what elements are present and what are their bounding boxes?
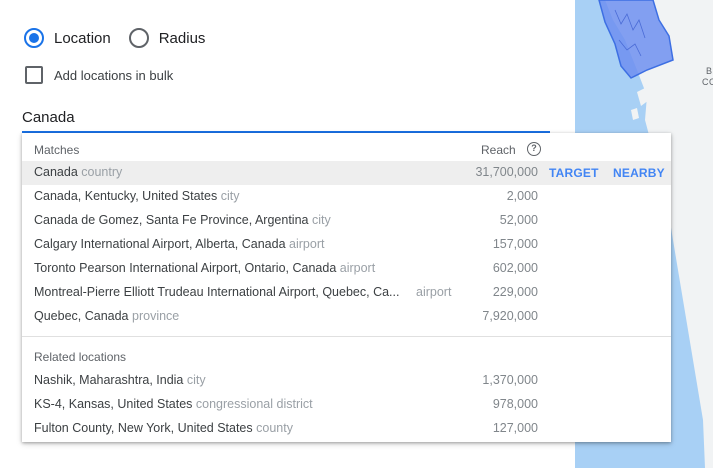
match-row[interactable]: Toronto Pearson International Airport, O… bbox=[22, 257, 671, 281]
match-row[interactable]: Canada country 31,700,000 TARGET NEARBY bbox=[22, 161, 671, 185]
reach-value: 52,000 bbox=[499, 213, 538, 227]
location-name: Canada, Kentucky, United States bbox=[34, 189, 218, 203]
location-type: country bbox=[81, 165, 123, 179]
reach-value: 602,000 bbox=[492, 261, 538, 275]
radius-radio-label[interactable]: Radius bbox=[159, 30, 206, 47]
related-heading: Related locations bbox=[34, 350, 127, 364]
location-type: province bbox=[132, 309, 180, 323]
location-name: Montreal-Pierre Elliott Trudeau Internat… bbox=[34, 285, 400, 299]
location-name: Toronto Pearson International Airport, O… bbox=[34, 261, 337, 275]
location-type: airport bbox=[339, 261, 376, 275]
match-row[interactable]: Canada de Gomez, Santa Fe Province, Arge… bbox=[22, 209, 671, 233]
targeting-mode-group: Location Radius bbox=[24, 28, 223, 48]
location-type: city bbox=[311, 213, 331, 227]
related-row[interactable]: Fulton County, New York, United States c… bbox=[22, 417, 671, 441]
match-row[interactable]: Canada, Kentucky, United States city 2,0… bbox=[22, 185, 671, 209]
match-row[interactable]: Montreal-Pierre Elliott Trudeau Internat… bbox=[22, 281, 671, 305]
reach-value: 229,000 bbox=[492, 285, 538, 299]
location-name: Quebec, Canada bbox=[34, 309, 129, 323]
nearby-button[interactable]: NEARBY bbox=[613, 166, 665, 180]
location-name: Canada de Gomez, Santa Fe Province, Arge… bbox=[34, 213, 309, 227]
radius-option[interactable]: Radius bbox=[128, 28, 206, 48]
location-type: county bbox=[256, 421, 293, 435]
location-option[interactable]: Location bbox=[24, 28, 111, 48]
related-header: Related locations bbox=[22, 337, 671, 365]
radius-radio[interactable] bbox=[128, 28, 149, 48]
bulk-checkbox[interactable] bbox=[25, 66, 43, 84]
reach-value: 157,000 bbox=[492, 237, 538, 251]
location-search-field bbox=[22, 104, 550, 133]
reach-heading: Reach bbox=[481, 143, 516, 157]
reach-value: 31,700,000 bbox=[475, 165, 538, 179]
bulk-checkbox-label[interactable]: Add locations in bulk bbox=[54, 68, 173, 83]
location-type: city bbox=[186, 373, 206, 387]
related-row[interactable]: Nashik, Maharashtra, India city 1,370,00… bbox=[22, 369, 671, 393]
map-label: CO bbox=[702, 77, 713, 87]
location-name: Fulton County, New York, United States bbox=[34, 421, 253, 435]
location-type: airport bbox=[289, 237, 325, 251]
matches-heading: Matches bbox=[34, 143, 80, 157]
match-row[interactable]: Quebec, Canada province 7,920,000 bbox=[22, 305, 671, 329]
reach-value: 978,000 bbox=[492, 397, 538, 411]
related-row[interactable]: KS-4, Kansas, United States congressiona… bbox=[22, 393, 671, 417]
location-radio-label[interactable]: Location bbox=[54, 30, 111, 47]
location-type: airport bbox=[416, 285, 452, 299]
location-name: Calgary International Airport, Alberta, … bbox=[34, 237, 286, 251]
help-icon[interactable]: ? bbox=[527, 142, 541, 156]
location-type: city bbox=[220, 189, 240, 203]
bulk-option[interactable]: Add locations in bulk bbox=[25, 66, 173, 84]
location-name: Canada bbox=[34, 165, 78, 179]
reach-value: 2,000 bbox=[506, 189, 538, 203]
map-label: B bbox=[706, 66, 713, 76]
location-name: Nashik, Maharashtra, India bbox=[34, 373, 184, 387]
location-search-input[interactable] bbox=[22, 104, 550, 130]
reach-value: 127,000 bbox=[492, 421, 538, 435]
match-row[interactable]: Calgary International Airport, Alberta, … bbox=[22, 233, 671, 257]
location-radio[interactable] bbox=[24, 28, 44, 48]
target-button[interactable]: TARGET bbox=[549, 166, 599, 180]
location-name: KS-4, Kansas, United States bbox=[34, 397, 193, 411]
reach-value: 1,370,000 bbox=[482, 373, 538, 387]
location-suggestions-dropdown: Matches Reach ? Canada country 31,700,00… bbox=[22, 133, 671, 442]
matches-header: Matches Reach ? bbox=[22, 133, 671, 161]
reach-value: 7,920,000 bbox=[482, 309, 538, 323]
location-type: congressional district bbox=[195, 397, 313, 411]
